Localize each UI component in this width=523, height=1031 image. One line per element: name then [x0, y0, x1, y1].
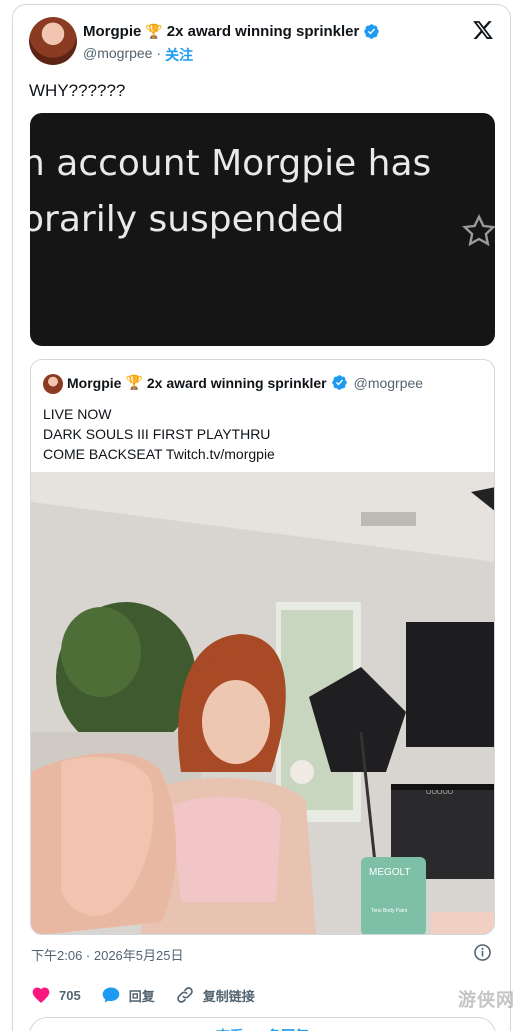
quoted-author-avatar: [43, 374, 63, 394]
site-watermark: 游侠网: [458, 990, 515, 1010]
link-icon[interactable]: [175, 985, 195, 1005]
quoted-author-row: Morgpie 🏆 2x award winning sprinkler @mo…: [67, 374, 423, 391]
verified-badge-icon: [364, 24, 380, 39]
attached-image[interactable]: n account Morgpie has orarily suspended: [30, 113, 495, 346]
author-name-row[interactable]: Morgpie 🏆 2x award winning sprinkler: [83, 23, 380, 40]
like-action[interactable]: 705: [31, 985, 81, 1005]
tweet-timestamp[interactable]: 下午2:06 · 2026年5月25日: [31, 945, 183, 964]
author-handle[interactable]: @mogrpee: [83, 45, 152, 65]
bag-label: MEGOLT: [369, 867, 410, 878]
quoted-tweet-photo[interactable]: OOOOO MEGOLT Tens Body Paint: [31, 472, 494, 934]
quoted-tweet-line: DARK SOULS III FIRST PLAYTHRU: [43, 426, 271, 442]
quoted-author-name-suffix: 2x award winning sprinkler: [146, 374, 327, 391]
tweet-card: Morgpie 🏆 2x award winning sprinkler @mo…: [12, 4, 511, 1031]
reply-action[interactable]: 回复: [101, 985, 155, 1005]
verified-badge-icon: [331, 375, 347, 390]
copy-link-label: 复制链接: [202, 988, 255, 1004]
author-handle-row: @mogrpee · 关注: [83, 45, 193, 65]
heart-icon[interactable]: [31, 985, 51, 1005]
info-icon[interactable]: [473, 943, 492, 962]
trophy-icon: 🏆: [145, 23, 163, 39]
trophy-icon: 🏆: [125, 374, 143, 390]
attached-image-text-line1: n account Morgpie has: [30, 143, 432, 184]
author-name[interactable]: Morgpie: [83, 23, 141, 40]
photo-illustration: OOOOO MEGOLT Tens Body Paint: [31, 472, 494, 934]
author-avatar[interactable]: [29, 17, 77, 65]
quoted-author-name: Morgpie: [67, 374, 122, 391]
handle-separator: ·: [156, 45, 162, 61]
star-icon: [462, 213, 495, 247]
quoted-tweet-line: COME BACKSEAT Twitch.tv/morgpie: [43, 446, 275, 462]
tweet-text: WHY??????: [29, 81, 126, 100]
quoted-author-handle: @mogrpee: [353, 374, 424, 391]
view-replies-button[interactable]: 查看 43 条回复: [29, 1017, 496, 1031]
copy-link-action[interactable]: 复制链接: [175, 985, 255, 1005]
bag-sub: Tens Body Paint: [371, 908, 408, 914]
action-bar: 705 回复 复制链接: [31, 985, 275, 1005]
speaker-label: OOOOO: [426, 789, 454, 796]
author-name-suffix[interactable]: 2x award winning sprinkler: [167, 23, 360, 40]
follow-button[interactable]: 关注: [165, 45, 193, 65]
reply-label: 回复: [128, 988, 155, 1004]
quoted-tweet[interactable]: Morgpie 🏆 2x award winning sprinkler @mo…: [30, 359, 495, 935]
quoted-tweet-line: LIVE NOW: [43, 406, 112, 422]
x-logo-icon[interactable]: [472, 19, 494, 41]
reply-bubble-icon[interactable]: [101, 985, 121, 1005]
attached-image-text-line2: orarily suspended: [30, 199, 345, 240]
like-count: 705: [59, 987, 81, 1003]
quoted-tweet-text: LIVE NOW DARK SOULS III FIRST PLAYTHRU C…: [43, 404, 275, 464]
